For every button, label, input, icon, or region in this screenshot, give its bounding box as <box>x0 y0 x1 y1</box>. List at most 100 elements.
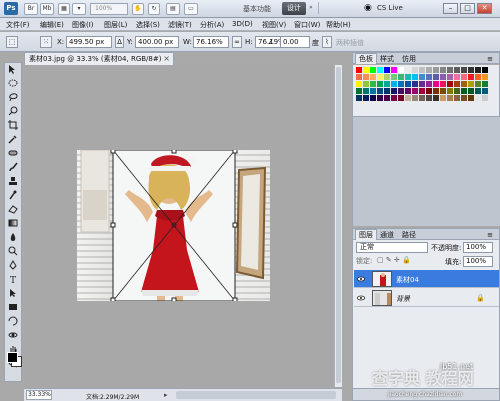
color-swatch[interactable] <box>384 74 390 80</box>
link-icon[interactable]: ∞ <box>232 36 242 48</box>
tab-layers[interactable]: 图层 <box>355 229 377 240</box>
color-swatch[interactable] <box>433 81 439 87</box>
color-swatch[interactable] <box>391 81 397 87</box>
color-swatch[interactable] <box>475 88 481 94</box>
color-swatch[interactable] <box>447 81 453 87</box>
color-swatch[interactable] <box>482 88 488 94</box>
layer-name[interactable]: 背景 <box>396 294 410 304</box>
color-swatch[interactable] <box>482 74 488 80</box>
reference-point-icon[interactable]: ⁙ <box>40 36 52 48</box>
color-swatch[interactable] <box>454 74 460 80</box>
path-selection-tool-icon[interactable] <box>5 288 21 301</box>
color-swatch[interactable] <box>412 95 418 101</box>
color-swatch[interactable] <box>433 88 439 94</box>
screen-mode-icon[interactable]: ▭ <box>184 3 198 15</box>
color-swatch[interactable] <box>482 81 488 87</box>
menu-select[interactable]: 选择(S) <box>136 20 160 30</box>
y-position-input[interactable]: 400.00 px <box>135 36 179 48</box>
color-swatch[interactable] <box>440 74 446 80</box>
color-swatch[interactable] <box>412 88 418 94</box>
tab-swatches[interactable]: 色板 <box>355 53 377 64</box>
arrange-documents-icon[interactable]: ▤ <box>166 3 180 15</box>
bridge-button[interactable]: Br <box>24 3 38 15</box>
color-swatch[interactable] <box>475 95 481 101</box>
menu-filter[interactable]: 滤镜(T) <box>168 20 192 30</box>
color-swatch[interactable] <box>377 81 383 87</box>
color-swatch[interactable] <box>461 74 467 80</box>
document-tab[interactable]: 素材03.jpg @ 33.3% (素材04, RGB/8#) × <box>24 52 174 65</box>
color-swatch[interactable] <box>398 88 404 94</box>
color-swatch[interactable] <box>461 81 467 87</box>
menu-analysis[interactable]: 分析(A) <box>200 20 224 30</box>
color-swatch[interactable] <box>447 88 453 94</box>
color-swatch[interactable] <box>363 67 369 73</box>
blur-tool-icon[interactable] <box>5 232 21 245</box>
color-swatch[interactable] <box>405 81 411 87</box>
transform-tool-icon[interactable]: ⬚ <box>6 36 18 48</box>
color-swatch[interactable] <box>468 95 474 101</box>
crop-tool-icon[interactable] <box>5 120 21 133</box>
color-swatch[interactable] <box>356 67 362 73</box>
warp-toggle-icon[interactable]: ⌇ <box>322 36 332 48</box>
type-tool-icon[interactable]: T <box>5 274 21 287</box>
lasso-tool-icon[interactable] <box>5 92 21 105</box>
x-position-input[interactable]: 499.50 px <box>66 36 112 48</box>
color-swatch[interactable] <box>370 95 376 101</box>
zoom-level-select[interactable]: 100% <box>90 3 128 15</box>
color-swatch[interactable] <box>356 81 362 87</box>
lock-icons[interactable]: ▢ ✎ ✛ 🔒 <box>377 256 411 264</box>
color-swatch[interactable] <box>391 67 397 73</box>
visibility-eye-icon[interactable] <box>357 294 365 302</box>
layer-name[interactable]: 素材04 <box>396 275 419 285</box>
color-swatch[interactable] <box>454 95 460 101</box>
color-swatch[interactable] <box>356 88 362 94</box>
color-swatch[interactable] <box>398 74 404 80</box>
dodge-tool-icon[interactable] <box>5 246 21 259</box>
color-swatch[interactable] <box>454 81 460 87</box>
color-swatch[interactable] <box>447 67 453 73</box>
color-swatch[interactable] <box>433 74 439 80</box>
scroll-thumb[interactable] <box>336 67 341 383</box>
color-swatch[interactable] <box>468 88 474 94</box>
tab-channels[interactable]: 通道 <box>377 230 397 240</box>
fill-input[interactable]: 100% <box>463 256 493 267</box>
healing-brush-tool-icon[interactable] <box>5 148 21 161</box>
guides-icon[interactable]: ▦ <box>58 3 70 15</box>
menu-view[interactable]: 视图(V) <box>262 20 286 30</box>
color-swatch[interactable] <box>426 95 432 101</box>
horizontal-scrollbar[interactable] <box>176 391 336 399</box>
workspace-more-icon[interactable]: » <box>309 4 313 11</box>
blend-mode-select[interactable]: 正常 <box>356 242 428 253</box>
color-swatch[interactable] <box>405 74 411 80</box>
color-swatch[interactable] <box>384 88 390 94</box>
3d-rotate-tool-icon[interactable] <box>5 316 21 329</box>
color-swatch[interactable] <box>391 95 397 101</box>
color-swatch[interactable] <box>426 88 432 94</box>
color-swatch[interactable] <box>419 67 425 73</box>
color-swatch[interactable] <box>475 67 481 73</box>
color-swatch[interactable] <box>468 67 474 73</box>
color-swatch[interactable] <box>419 74 425 80</box>
color-swatch[interactable] <box>356 74 362 80</box>
shape-tool-icon[interactable] <box>5 302 21 315</box>
color-swatch[interactable] <box>454 67 460 73</box>
color-swatch[interactable] <box>356 95 362 101</box>
color-swatch[interactable] <box>377 67 383 73</box>
close-button[interactable]: ✕ <box>477 3 492 14</box>
color-swatch[interactable] <box>398 67 404 73</box>
color-swatch[interactable] <box>363 88 369 94</box>
color-swatch[interactable] <box>398 81 404 87</box>
foreground-color-swatch[interactable] <box>7 352 18 363</box>
workspace-essentials[interactable]: 基本功能 <box>243 4 271 14</box>
quick-select-tool-icon[interactable] <box>5 106 21 119</box>
color-swatch[interactable] <box>363 81 369 87</box>
tab-styles[interactable]: 样式 <box>377 54 397 64</box>
color-swatch[interactable] <box>377 95 383 101</box>
color-swatch[interactable] <box>405 67 411 73</box>
relative-position-icon[interactable]: Δ <box>115 36 124 48</box>
minimize-button[interactable]: – <box>443 3 458 14</box>
color-swatch[interactable] <box>370 88 376 94</box>
menu-image[interactable]: 图像(I) <box>72 20 94 30</box>
maximize-button[interactable]: □ <box>460 3 475 14</box>
rotate-angle-input[interactable]: 0.00 <box>280 36 310 48</box>
